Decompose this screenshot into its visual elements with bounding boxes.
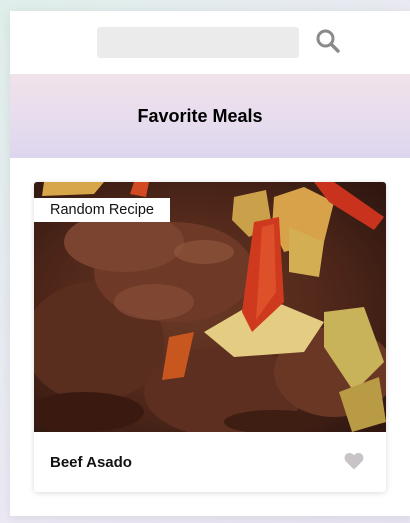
search-button[interactable] <box>313 28 343 58</box>
heart-icon <box>344 452 364 473</box>
search-bar <box>10 11 410 74</box>
search-icon <box>315 28 341 57</box>
favorites-section: Favorite Meals <box>10 74 410 158</box>
meal-app: Favorite Meals Random Recipe Beef Asado <box>10 11 410 516</box>
meal-card: Random Recipe Beef Asado <box>34 182 386 492</box>
meals-container: Random Recipe Beef Asado <box>10 158 410 492</box>
meal-image: Random Recipe <box>34 182 386 432</box>
search-input[interactable] <box>97 27 299 58</box>
random-recipe-tag: Random Recipe <box>34 198 170 222</box>
meal-name: Beef Asado <box>50 453 132 471</box>
meal-body: Beef Asado <box>34 432 386 492</box>
favorite-button[interactable] <box>342 450 366 474</box>
favorites-title: Favorite Meals <box>137 105 263 126</box>
